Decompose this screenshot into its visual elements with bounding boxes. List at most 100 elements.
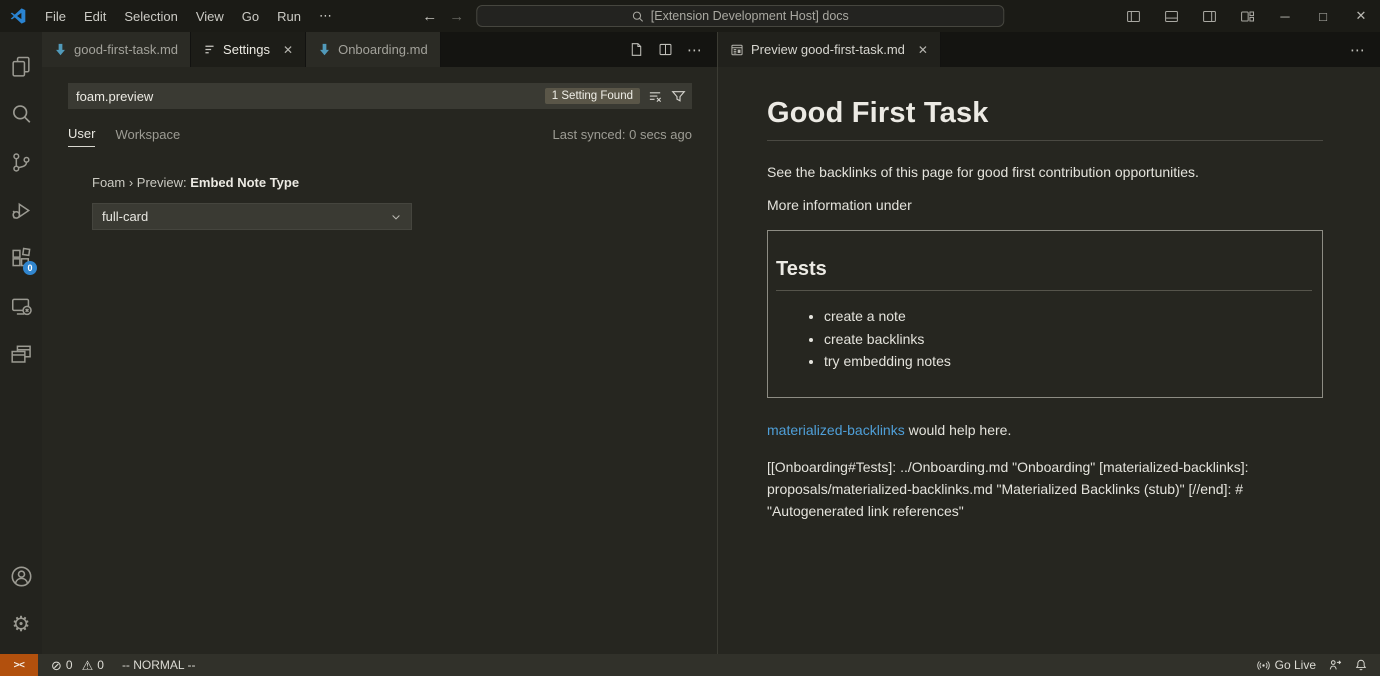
- problems-status[interactable]: ⊘ 0 ⚠ 0: [51, 658, 104, 672]
- menu-view[interactable]: View: [188, 5, 232, 28]
- chevron-down-icon: [390, 211, 402, 223]
- scope-tab-workspace[interactable]: Workspace: [115, 127, 180, 147]
- preview-paragraph-2: More information under: [767, 197, 1323, 213]
- explorer-icon[interactable]: [0, 42, 42, 90]
- go-live-label: Go Live: [1275, 658, 1316, 672]
- minimize-button[interactable]: ─: [1266, 0, 1304, 32]
- setting-title: Foam › Preview: Embed Note Type: [92, 175, 692, 190]
- tab-preview-good-first-task[interactable]: Preview good-first-task.md ✕: [718, 32, 941, 67]
- remote-icon: ><: [14, 660, 25, 671]
- go-live-button[interactable]: Go Live: [1257, 658, 1316, 672]
- remote-indicator[interactable]: ><: [0, 654, 38, 676]
- live-share-icon[interactable]: [1328, 658, 1342, 672]
- link-references-paragraph: [[Onboarding#Tests]: ../Onboarding.md "O…: [767, 456, 1323, 523]
- warning-icon: ⚠: [82, 659, 94, 672]
- settings-search-value: foam.preview: [76, 89, 153, 104]
- embedded-note-heading: Tests: [776, 258, 1312, 281]
- command-center-label: [Extension Development Host] docs: [651, 9, 849, 23]
- markdown-file-icon: [318, 43, 331, 56]
- split-editor-icon[interactable]: [658, 42, 673, 57]
- materialized-backlinks-link[interactable]: materialized-backlinks: [767, 422, 905, 438]
- backlink-tail: would help here.: [905, 422, 1012, 438]
- vscode-logo-icon: [9, 7, 27, 25]
- heading-rule: [767, 140, 1323, 141]
- editor-actions-right: ⋯: [1350, 32, 1380, 67]
- tab-label: Settings: [223, 42, 270, 57]
- remote-explorer-icon[interactable]: [0, 282, 42, 330]
- command-center-search[interactable]: [Extension Development Host] docs: [476, 5, 1004, 27]
- search-view-icon[interactable]: [0, 90, 42, 138]
- tab-label: Preview good-first-task.md: [751, 42, 905, 57]
- maximize-button[interactable]: □: [1304, 0, 1342, 32]
- source-control-icon[interactable]: [0, 138, 42, 186]
- close-window-button[interactable]: ✕: [1342, 0, 1380, 32]
- editor-group-right: Preview good-first-task.md ✕ ⋯ Good Firs…: [718, 32, 1380, 654]
- menu-overflow-icon[interactable]: ⋯: [311, 4, 340, 28]
- warning-count: 0: [97, 658, 104, 672]
- editor-actions-left: ⋯: [629, 32, 717, 67]
- title-bar: File Edit Selection View Go Run ⋯ ← → [E…: [0, 0, 1380, 32]
- toggle-secondary-sidebar-icon[interactable]: [1190, 0, 1228, 32]
- close-tab-icon[interactable]: ✕: [918, 43, 928, 57]
- window-controls: ─ □ ✕: [1114, 0, 1380, 32]
- markdown-preview-icon: [730, 43, 744, 57]
- settings-editor: foam.preview 1 Setting Found User Worksp…: [42, 67, 717, 654]
- menu-file[interactable]: File: [37, 5, 74, 28]
- manage-gear-icon[interactable]: ⚙: [0, 600, 42, 648]
- status-bar-right: Go Live: [1257, 658, 1380, 672]
- tab-label: good-first-task.md: [74, 42, 178, 57]
- settings-search-controls: 1 Setting Found: [545, 88, 686, 104]
- more-actions-icon[interactable]: ⋯: [1350, 41, 1366, 59]
- settings-search-input[interactable]: foam.preview 1 Setting Found: [68, 83, 692, 109]
- customize-layout-icon[interactable]: [1228, 0, 1266, 32]
- scope-tab-user[interactable]: User: [68, 126, 95, 147]
- navigate-back-icon[interactable]: ←: [422, 8, 437, 25]
- menu-run[interactable]: Run: [269, 5, 309, 28]
- setting-item-embed-note-type: Foam › Preview: Embed Note Type full-car…: [68, 175, 692, 230]
- clear-settings-search-icon[interactable]: [648, 89, 663, 104]
- more-actions-icon[interactable]: ⋯: [687, 41, 703, 59]
- embed-note-type-dropdown[interactable]: full-card: [92, 203, 412, 230]
- list-item: create backlinks: [824, 328, 1312, 351]
- embedded-note-rule: [776, 290, 1312, 291]
- error-icon: ⊘: [51, 659, 62, 672]
- embedded-note-list: create a note create backlinks try embed…: [776, 305, 1312, 373]
- open-settings-json-icon[interactable]: [629, 42, 644, 57]
- markdown-preview: Good First Task See the backlinks of thi…: [718, 67, 1380, 654]
- vim-mode-indicator[interactable]: -- NORMAL --: [122, 658, 196, 672]
- run-debug-icon[interactable]: [0, 186, 42, 234]
- menu-bar: File Edit Selection View Go Run ⋯: [0, 4, 340, 28]
- menu-go[interactable]: Go: [234, 5, 267, 28]
- toggle-primary-sidebar-icon[interactable]: [1114, 0, 1152, 32]
- tab-onboarding[interactable]: Onboarding.md: [306, 32, 441, 67]
- preview-paragraph-1: See the backlinks of this page for good …: [767, 164, 1323, 180]
- backlink-paragraph: materialized-backlinks would help here.: [767, 422, 1323, 438]
- command-center-area: ← → [Extension Development Host] docs: [422, 0, 1004, 32]
- extensions-badge: 0: [23, 261, 37, 275]
- menu-selection[interactable]: Selection: [116, 5, 185, 28]
- menu-edit[interactable]: Edit: [76, 5, 114, 28]
- accounts-icon[interactable]: [0, 552, 42, 600]
- search-icon: [632, 10, 645, 23]
- error-count: 0: [66, 658, 73, 672]
- tab-good-first-task[interactable]: good-first-task.md: [42, 32, 191, 67]
- settings-scope-tabs: User Workspace Last synced: 0 secs ago: [68, 123, 692, 147]
- navigate-forward-icon[interactable]: →: [449, 8, 464, 25]
- workbench: 0 ⚙ good-first-task.md: [0, 32, 1380, 654]
- tab-bar-right: Preview good-first-task.md ✕ ⋯: [718, 32, 1380, 67]
- close-tab-icon[interactable]: ✕: [283, 43, 293, 57]
- notifications-bell-icon[interactable]: [1354, 658, 1368, 672]
- dropdown-value: full-card: [102, 209, 148, 224]
- settings-editor-icon: [203, 43, 216, 56]
- editor-layouts-icon[interactable]: [0, 330, 42, 378]
- setting-name: Embed Note Type: [190, 175, 299, 190]
- last-synced-label: Last synced: 0 secs ago: [553, 127, 692, 147]
- broadcast-icon: [1257, 659, 1270, 672]
- markdown-file-icon: [54, 43, 67, 56]
- filter-settings-icon[interactable]: [671, 89, 686, 104]
- toggle-panel-icon[interactable]: [1152, 0, 1190, 32]
- extensions-icon[interactable]: 0: [0, 234, 42, 282]
- tab-settings[interactable]: Settings ✕: [191, 32, 306, 67]
- embedded-note-card: Tests create a note create backlinks try…: [767, 230, 1323, 398]
- tab-label: Onboarding.md: [338, 42, 428, 57]
